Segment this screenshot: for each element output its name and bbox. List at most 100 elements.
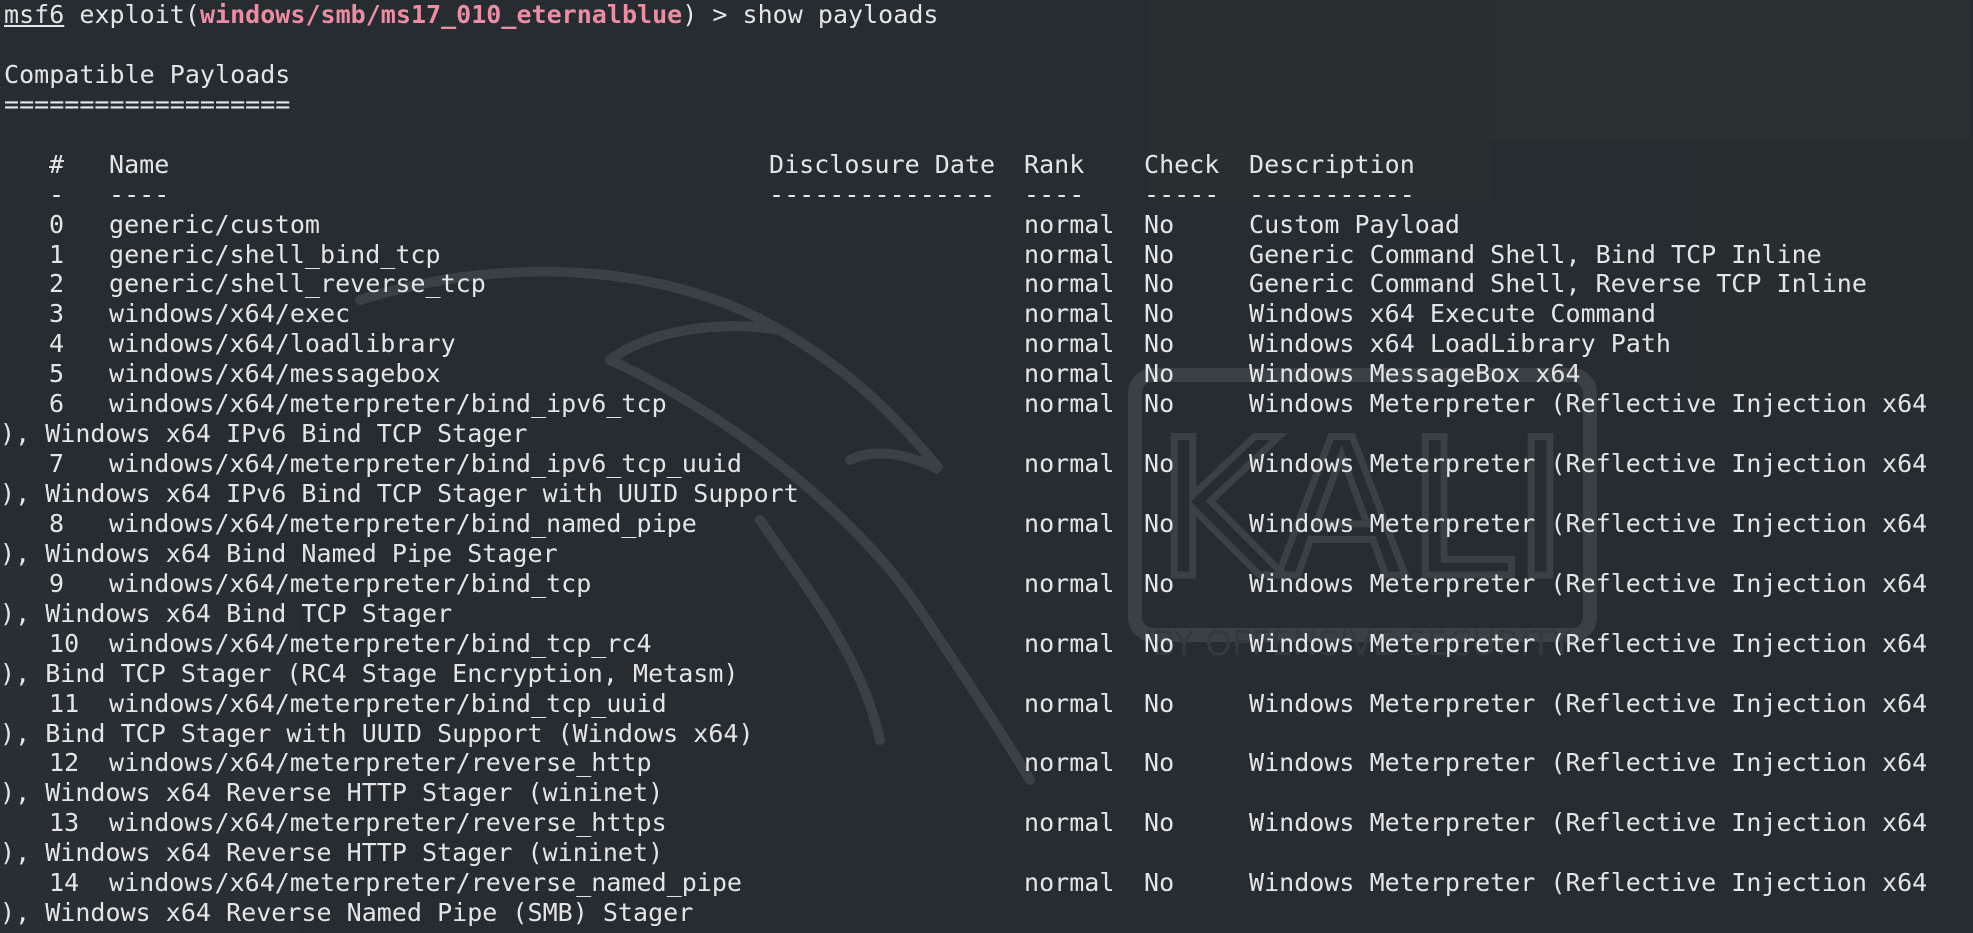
terminal-window[interactable]: KALI BY OFFENSIVE SECURITY msf6 exploit(… [0, 0, 1973, 933]
payload-description: Windows x64 LoadLibrary Path [1249, 329, 1671, 359]
separator-description: ----------- [1249, 179, 1415, 209]
payload-name: windows/x64/exec [109, 299, 351, 329]
header-number: # [49, 149, 65, 179]
payloads-table: # Name Disclosure Date Rank Check Description… [0, 150, 1973, 929]
payload-number: 7 [49, 449, 65, 479]
payload-number: 2 [49, 269, 65, 299]
payload-row: 0 generic/custom normal No Custom Payload [4, 210, 1973, 240]
terminal-output: msf6 exploit(windows/smb/ms17_010_eterna… [0, 0, 1973, 929]
table-header-row: # Name Disclosure Date Rank Check Description [4, 150, 1973, 180]
payload-description: Windows MessageBox x64 [1249, 359, 1581, 389]
payload-number: 12 [49, 748, 80, 778]
header-disclosure-date: Disclosure Date [769, 149, 996, 179]
payload-check: No [1144, 748, 1175, 778]
section-heading: Compatible Payloads [4, 59, 291, 89]
command-text: show payloads [742, 0, 939, 29]
payload-number: 5 [49, 359, 65, 389]
payload-name: generic/custom [109, 209, 320, 239]
payload-row: 8 windows/x64/meterpreter/bind_named_pipe… [4, 509, 1973, 539]
payload-name: windows/x64/loadlibrary [109, 329, 456, 359]
payload-description: Windows Meterpreter (Reflective Injectio… [1249, 748, 1928, 778]
payload-rank: normal [1024, 449, 1115, 479]
payload-row: 1 generic/shell_bind_tcp normal No Generic C… [4, 240, 1973, 270]
payload-number: 9 [49, 568, 65, 598]
payload-row: 14 windows/x64/meterpreter/reverse_named_… [4, 868, 1973, 898]
payload-row: 6 windows/x64/meterpreter/bind_ipv6_tcp no… [4, 389, 1973, 419]
separator-number: - [49, 179, 65, 209]
payload-rank: normal [1024, 209, 1115, 239]
payload-description-continuation: ), Windows x64 IPv6 Bind TCP Stager with… [0, 479, 799, 508]
msf-label: msf6 [4, 0, 65, 29]
payload-row: 11 windows/x64/meterpreter/bind_tcp_uuid n… [4, 689, 1973, 719]
payload-rank: normal [1024, 628, 1115, 658]
payload-name: windows/x64/messagebox [109, 359, 441, 389]
payload-name: windows/x64/meterpreter/bind_ipv6_tcp_uu… [109, 449, 742, 479]
payload-number: 0 [49, 209, 65, 239]
prompt-suffix: ) > [682, 0, 743, 29]
payload-row: 5 windows/x64/messagebox normal No Windows M… [4, 359, 1973, 389]
payload-description-continuation: ), Windows x64 Reverse HTTP Stager (wini… [0, 778, 664, 808]
separator-check: ----- [1144, 179, 1220, 209]
payload-rank: normal [1024, 299, 1115, 329]
heading-rule: =================== [4, 89, 291, 119]
payload-description: Windows Meterpreter (Reflective Injectio… [1249, 449, 1928, 479]
payload-name: windows/x64/meterpreter/bind_named_pipe [109, 508, 697, 538]
payload-check: No [1144, 299, 1175, 329]
payload-rank: normal [1024, 568, 1115, 598]
payload-name: windows/x64/meterpreter/bind_tcp_rc4 [109, 628, 652, 658]
payload-check: No [1144, 389, 1175, 419]
payload-check: No [1144, 808, 1175, 838]
command-prompt-line[interactable]: msf6 exploit(windows/smb/ms17_010_eterna… [4, 0, 1973, 30]
payload-check: No [1144, 508, 1175, 538]
payload-rank: normal [1024, 748, 1115, 778]
payload-number: 4 [49, 329, 65, 359]
payload-check: No [1144, 868, 1175, 898]
payload-check: No [1144, 628, 1175, 658]
payload-rank: normal [1024, 269, 1115, 299]
payload-number: 3 [49, 299, 65, 329]
payload-name: windows/x64/meterpreter/bind_ipv6_tcp [109, 389, 667, 419]
payload-check: No [1144, 568, 1175, 598]
header-name: Name [109, 149, 170, 179]
payload-description-continuation: ), Windows x64 Bind TCP Stager [0, 598, 453, 628]
payload-number: 10 [49, 628, 80, 658]
payload-name: windows/x64/meterpreter/bind_tcp [109, 568, 592, 598]
payload-description-continuation: ), Windows x64 Bind Named Pipe Stager [0, 538, 558, 568]
payload-description: Windows Meterpreter (Reflective Injectio… [1249, 808, 1928, 838]
payload-row: 3 windows/x64/exec normal No Windows x64 Exe… [4, 299, 1973, 329]
payload-name: generic/shell_reverse_tcp [109, 269, 486, 299]
payload-name: windows/x64/meterpreter/reverse_named_pi… [109, 868, 742, 898]
separator-disclosure-date: --------------- [769, 179, 996, 209]
payload-check: No [1144, 329, 1175, 359]
payload-check: No [1144, 688, 1175, 718]
payload-row: 10 windows/x64/meterpreter/bind_tcp_rc4 no… [4, 629, 1973, 659]
payload-description-continuation: ), Bind TCP Stager with UUID Support (Wi… [0, 718, 754, 748]
payload-rank: normal [1024, 508, 1115, 538]
payload-description: Windows Meterpreter (Reflective Injectio… [1249, 508, 1928, 538]
payload-row: 2 generic/shell_reverse_tcp normal No Generi… [4, 269, 1973, 299]
payload-description-continuation: ), Bind TCP Stager (RC4 Stage Encryption… [0, 658, 739, 688]
payload-description: Generic Command Shell, Bind TCP Inline [1249, 239, 1822, 269]
payload-description: Windows Meterpreter (Reflective Injectio… [1249, 389, 1928, 419]
payload-number: 14 [49, 868, 80, 898]
payload-rows: 0 generic/custom normal No Custom Payload 1 ge… [0, 210, 1973, 929]
payload-check: No [1144, 209, 1175, 239]
separator-name: ---- [109, 179, 170, 209]
payload-check: No [1144, 269, 1175, 299]
payload-number: 11 [49, 688, 80, 718]
payload-name: windows/x64/meterpreter/reverse_http [109, 748, 652, 778]
separator-rank: ---- [1024, 179, 1085, 209]
payload-description: Custom Payload [1249, 209, 1460, 239]
module-name: windows/smb/ms17_010_eternalblue [199, 0, 683, 29]
payload-rank: normal [1024, 808, 1115, 838]
payload-rank: normal [1024, 359, 1115, 389]
header-check: Check [1144, 149, 1220, 179]
payload-number: 1 [49, 239, 65, 269]
payload-rank: normal [1024, 389, 1115, 419]
payload-description: Windows Meterpreter (Reflective Injectio… [1249, 628, 1928, 658]
payload-row: 4 windows/x64/loadlibrary normal No Windows … [4, 329, 1973, 359]
payload-rank: normal [1024, 688, 1115, 718]
payload-name: windows/x64/meterpreter/reverse_https [109, 808, 667, 838]
